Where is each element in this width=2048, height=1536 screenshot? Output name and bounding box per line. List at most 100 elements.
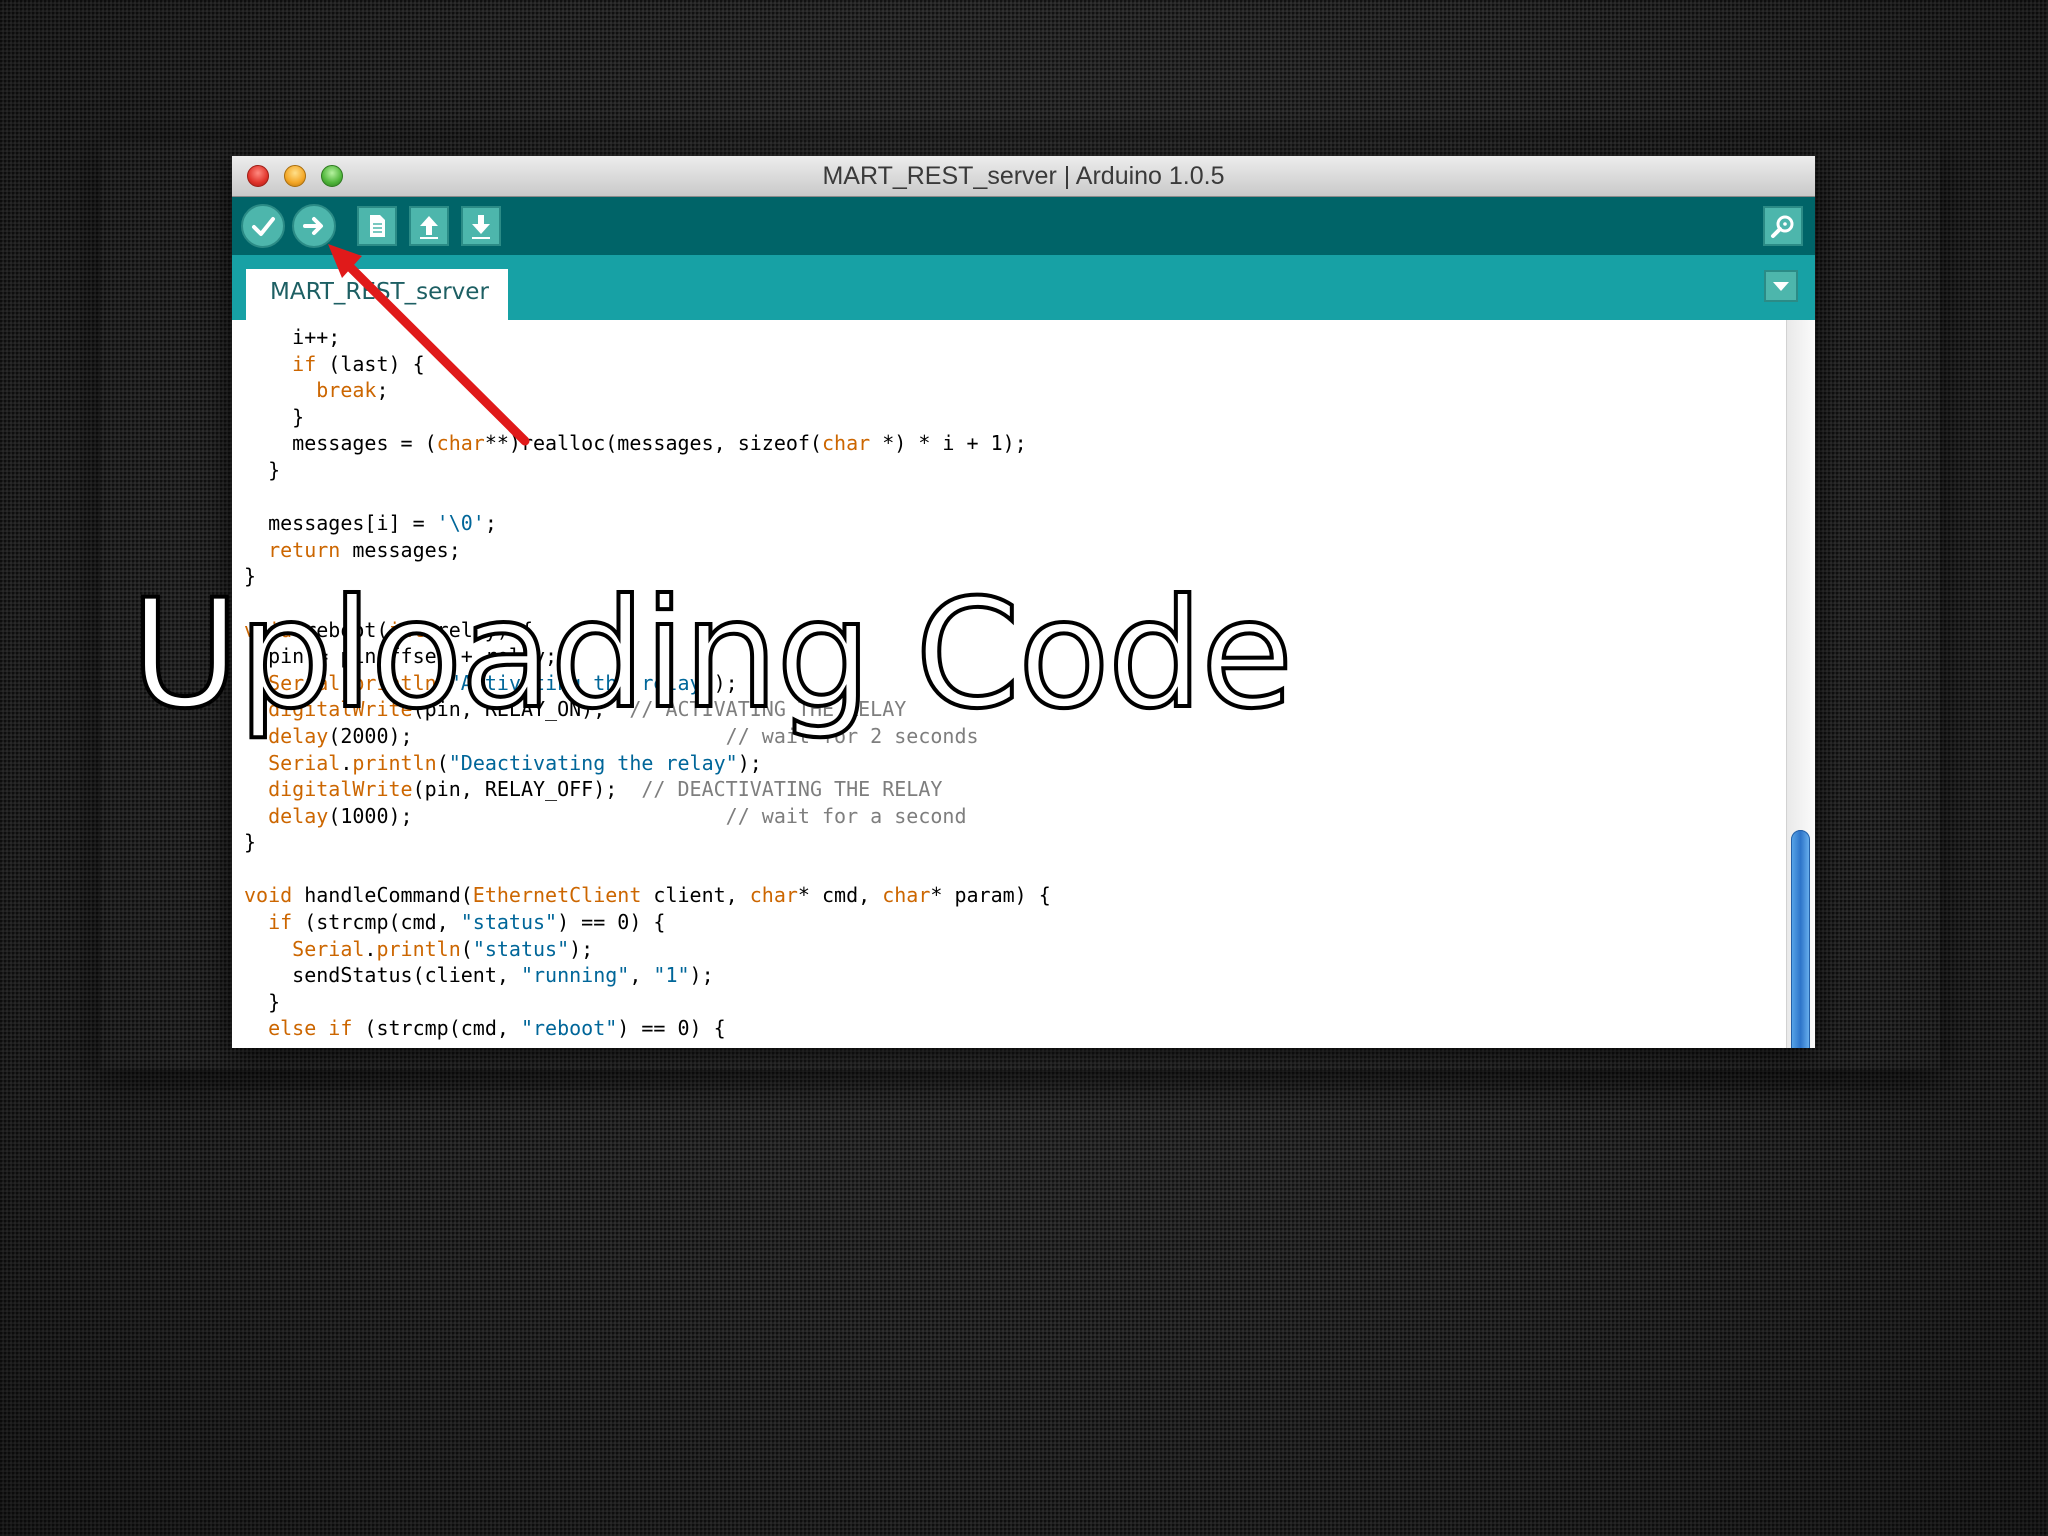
code-token: (last) { [316, 351, 425, 376]
upload-button[interactable] [292, 204, 336, 248]
code-token: ; [376, 378, 389, 403]
code-token: } [244, 830, 257, 855]
code-token: , [629, 963, 654, 988]
code-token: ); [737, 750, 762, 775]
code-line: void handleCommand(EthernetClient client… [244, 882, 1775, 909]
code-token: messages = ( [244, 431, 437, 456]
code-token: *) * i + 1); [870, 431, 1027, 456]
code-line: if (last) { [244, 351, 1775, 378]
window-title: MART_REST_server | Arduino 1.0.5 [822, 162, 1225, 190]
code-token: } [244, 989, 281, 1014]
open-sketch-button[interactable] [409, 206, 449, 246]
toolbar [232, 197, 1815, 255]
code-line: } [244, 989, 1775, 1016]
code-token: "1" [653, 963, 690, 988]
tab-bar: MART_REST_server [232, 255, 1815, 320]
code-token: client, [641, 883, 750, 908]
code-token: handleCommand( [292, 883, 473, 908]
down-arrow-icon [472, 215, 490, 239]
code-line: delay(1000); // wait for a second [244, 803, 1775, 830]
code-token: // wait for a second [725, 803, 967, 828]
code-line: sendStatus(client, "running", "1"); [244, 962, 1775, 989]
code-line: return messages; [244, 537, 1775, 564]
up-arrow-icon [420, 216, 438, 239]
title-bar[interactable]: MART_REST_server | Arduino 1.0.5 [232, 156, 1815, 197]
code-token: ); [569, 936, 594, 961]
code-token: "status" [460, 910, 558, 935]
code-line: if (strcmp(cmd, "status") == 0) { [244, 909, 1775, 936]
code-token: sendStatus(client, [244, 963, 521, 988]
tab-menu-button[interactable] [1764, 270, 1798, 302]
code-token: **)realloc(messages, sizeof( [484, 431, 822, 456]
document-icon [370, 215, 385, 237]
code-token: ); [689, 963, 714, 988]
code-token: "reboot" [520, 1016, 618, 1041]
code-token: if [268, 910, 293, 935]
code-token: break [316, 378, 377, 403]
right-arrow-icon [303, 217, 323, 235]
code-token: void [244, 883, 293, 908]
code-token: . [364, 936, 377, 961]
code-line: messages = (char**)realloc(messages, siz… [244, 430, 1775, 457]
new-sketch-button[interactable] [357, 206, 397, 246]
code-token: } [244, 457, 281, 482]
code-token: Serial [292, 936, 365, 961]
code-token: else if [268, 1016, 353, 1041]
code-token: println [352, 750, 437, 775]
code-token: EthernetClient [472, 883, 642, 908]
code-line: messages[i] = '\0'; [244, 510, 1775, 537]
code-token: println [376, 936, 461, 961]
code-line: } [244, 404, 1775, 431]
serial-monitor-button[interactable] [1763, 206, 1803, 246]
code-token: delay [268, 803, 329, 828]
code-token: ( [436, 750, 449, 775]
code-token: "status" [472, 936, 570, 961]
code-token: return [268, 537, 341, 562]
code-token: messages[i] = [244, 511, 437, 536]
code-token: (1000); [328, 803, 726, 828]
vertical-scrollbar[interactable] [1786, 320, 1815, 1048]
code-line: Serial.println("Deactivating the relay")… [244, 750, 1775, 777]
code-line: Serial.println("status"); [244, 936, 1775, 963]
code-token: char [882, 883, 931, 908]
tab-mart-rest-server[interactable]: MART_REST_server [246, 269, 508, 320]
code-token: (strcmp(cmd, [292, 910, 461, 935]
save-sketch-button[interactable] [461, 206, 501, 246]
code-line: digitalWrite(pin, RELAY_OFF); // DEACTIV… [244, 776, 1775, 803]
scrollbar-thumb[interactable] [1791, 830, 1810, 1048]
code-token: (strcmp(cmd, [352, 1016, 521, 1041]
code-token: char [821, 431, 871, 456]
triangle-down-icon [1773, 282, 1789, 291]
slide-title: Uploading Code [128, 566, 1295, 744]
code-line: i++; [244, 324, 1775, 351]
code-token: Serial [268, 750, 341, 775]
verify-button[interactable] [241, 204, 285, 248]
code-token: ) == 0) { [557, 910, 666, 935]
code-token: // DEACTIVATING THE RELAY [641, 777, 943, 802]
code-line: else if (strcmp(cmd, "reboot") == 0) { [244, 1015, 1775, 1042]
magnifier-icon [1771, 215, 1794, 238]
code-line: break; [244, 377, 1775, 404]
code-token: digitalWrite [268, 777, 413, 802]
code-token: i++; [244, 325, 341, 349]
code-token: ; [484, 511, 497, 536]
code-line: } [244, 457, 1775, 484]
code-token: if [292, 351, 317, 376]
code-token: (pin, RELAY_OFF); [412, 777, 642, 802]
code-token: char [436, 431, 485, 456]
code-token: messages; [340, 537, 461, 562]
code-token: * cmd, [797, 883, 883, 908]
code-token: char [749, 883, 798, 908]
code-token: "Deactivating the relay" [448, 750, 738, 775]
check-icon [252, 217, 275, 236]
code-token: * param) { [930, 883, 1051, 908]
